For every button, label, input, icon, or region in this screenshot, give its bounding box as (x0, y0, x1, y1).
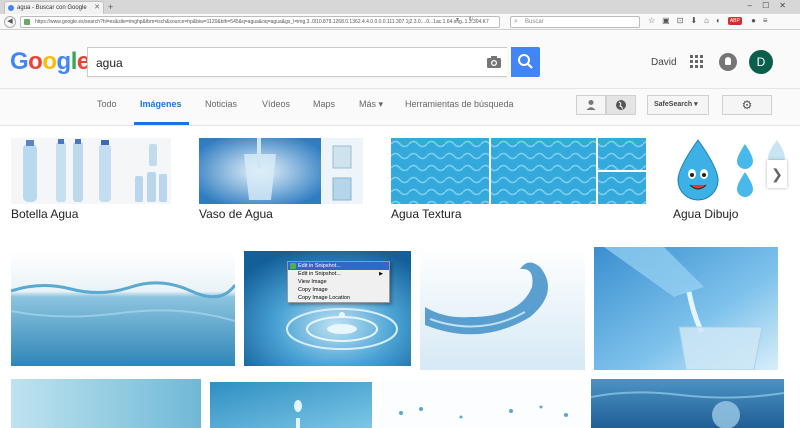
browser-search-placeholder: Buscar (525, 19, 544, 25)
tab-mas[interactable]: Más ▾ (359, 99, 383, 110)
related-search-textura[interactable]: Agua Textura (391, 138, 646, 224)
logo-letter: G (10, 48, 29, 75)
google-logo[interactable]: Google (10, 48, 90, 76)
browser-tab[interactable]: agua - Buscar con Google ✕ (4, 1, 104, 14)
browser-toolbar-icons[interactable]: ☆▣⊡⬇⌂◐ ABP ●≡ (648, 16, 775, 25)
google-header: Google David D (0, 31, 800, 89)
related-label: Vaso de Agua (199, 207, 273, 221)
person-icon (586, 100, 596, 110)
notifications-bell-icon[interactable] (719, 53, 737, 71)
context-menu-item[interactable]: Edit in Snipshot... (288, 262, 389, 270)
private-results-button[interactable] (576, 95, 606, 115)
water-droplets-image (381, 379, 584, 428)
adblock-icon[interactable]: ABP (727, 17, 742, 25)
google-favicon-icon (8, 5, 14, 11)
browser-titlebar: agua - Buscar con Google ✕ + –☐✕ (0, 0, 800, 14)
tab-maps[interactable]: Maps (313, 99, 335, 109)
close-tab-icon[interactable]: ✕ (94, 2, 100, 14)
context-menu-label: Copy Image (298, 287, 328, 293)
context-menu-label: Edit in Snipshot... (298, 263, 341, 269)
related-search-vaso[interactable]: Vaso de Agua (199, 138, 363, 224)
logo-letter: o (28, 48, 43, 75)
active-tab-indicator (134, 122, 189, 125)
submenu-arrow-icon: ▶ (379, 271, 383, 277)
browser-search-box[interactable]: ⌕ Buscar (510, 16, 640, 28)
safesearch-dropdown[interactable]: SafeSearch ▾ (647, 95, 709, 115)
logo-letter: o (42, 48, 57, 75)
image-result[interactable] (591, 379, 784, 428)
context-menu-item[interactable]: Copy Image (288, 286, 389, 294)
context-menu: Edit in Snipshot... Edit in Snipshot... … (287, 261, 390, 303)
extension2-icon[interactable]: ● (751, 16, 763, 25)
image-result[interactable] (594, 247, 778, 370)
context-menu-label: Copy Image Location (298, 295, 350, 301)
image-result[interactable] (381, 379, 584, 428)
logo-letter: g (56, 48, 72, 75)
apps-grid-icon[interactable] (690, 55, 704, 69)
menu-icon[interactable]: ≡ (763, 16, 775, 25)
water-surface-image (11, 251, 235, 366)
search-input[interactable] (96, 54, 466, 72)
related-thumbnail (11, 138, 171, 204)
tab-herramientas[interactable]: Herramientas de búsqueda (405, 99, 514, 109)
lock-toolbar-icon[interactable]: ⊡ (677, 16, 691, 25)
camera-icon[interactable] (486, 55, 502, 69)
download-icon[interactable]: ⬇ (690, 16, 704, 25)
water-drop-image (11, 379, 201, 428)
lock-icon (24, 19, 30, 25)
snipshot-icon (290, 263, 296, 269)
related-thumbnail (199, 138, 363, 204)
address-bar[interactable]: https://www.google.es/search?hl=es&site=… (20, 16, 500, 28)
url-text: https://www.google.es/search?hl=es&site=… (35, 19, 489, 25)
browser-tab-title: agua - Buscar con Google (17, 5, 87, 11)
browser-navbar: ◀ https://www.google.es/search?hl=es&sit… (0, 14, 800, 30)
user-name[interactable]: David (651, 57, 677, 68)
search-icon (518, 54, 533, 69)
back-arrow-icon[interactable]: ◀ (4, 16, 16, 28)
pouring-water-glass-image (594, 247, 778, 370)
context-menu-item[interactable]: Copy Image Location (288, 294, 389, 302)
tab-noticias[interactable]: Noticias (205, 99, 237, 109)
image-result[interactable] (420, 247, 585, 370)
water-bubble-image (591, 379, 784, 428)
related-search-botella[interactable]: Botella Agua (11, 138, 171, 224)
reload-icon[interactable]: ▾ ↻ (456, 16, 478, 23)
context-menu-item[interactable]: Edit in Snipshot... ▶ (288, 270, 389, 278)
related-label: Agua Dibujo (673, 207, 739, 221)
avatar[interactable]: D (749, 50, 773, 74)
new-tab-icon[interactable]: + (108, 2, 113, 12)
context-menu-label: Edit in Snipshot... (298, 271, 341, 277)
search-button[interactable] (511, 47, 540, 77)
context-menu-item[interactable]: View Image (288, 278, 389, 286)
home-icon[interactable]: ⌂ (704, 16, 716, 25)
image-result[interactable] (11, 379, 201, 428)
chevron-right-icon[interactable]: ❯ (767, 160, 787, 188)
falling-drop-image (210, 382, 372, 428)
image-result[interactable] (11, 251, 235, 366)
tab-todo[interactable]: Todo (97, 99, 117, 109)
image-result[interactable] (210, 382, 372, 428)
magnifier-icon: ⌕ (514, 18, 518, 25)
settings-gear-icon[interactable]: ⚙ (722, 95, 772, 115)
globe-icon (616, 100, 626, 110)
context-menu-label: View Image (298, 279, 327, 285)
extension-icon[interactable]: ◐ (716, 16, 728, 25)
tab-imagenes[interactable]: Imágenes (140, 99, 182, 109)
search-box (87, 47, 507, 77)
search-tabs-bar: Todo Imágenes Noticias Vídeos Maps Más ▾… (0, 89, 800, 126)
tab-videos[interactable]: Vídeos (262, 99, 290, 109)
public-results-button[interactable] (606, 95, 636, 115)
related-label: Botella Agua (11, 207, 79, 221)
window-controls[interactable]: –☐✕ (748, 1, 796, 10)
star-icon[interactable]: ☆ (648, 16, 662, 25)
related-thumbnail (391, 138, 646, 204)
related-label: Agua Textura (391, 207, 462, 221)
water-splash-wave-image (420, 247, 585, 370)
clipboard-icon[interactable]: ▣ (662, 16, 677, 25)
